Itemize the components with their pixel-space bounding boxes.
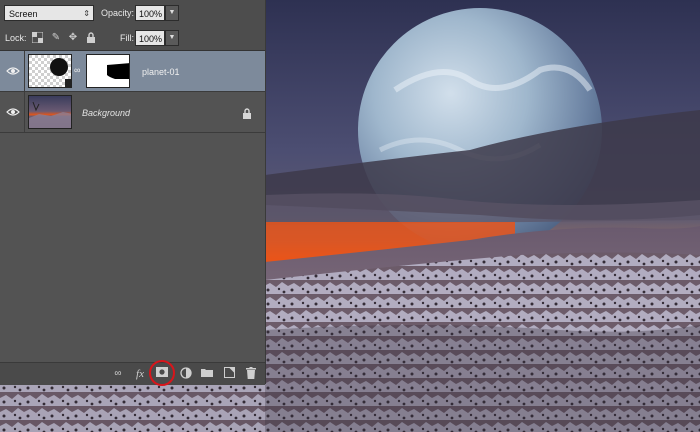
layer-thumbnail[interactable] bbox=[28, 54, 72, 88]
adjustment-layer-icon[interactable] bbox=[179, 367, 193, 381]
fx-icon[interactable]: fx bbox=[133, 367, 147, 381]
highlight-circle bbox=[149, 360, 175, 386]
new-layer-icon[interactable] bbox=[222, 367, 236, 381]
fill-slider-button[interactable]: ▼ bbox=[165, 30, 179, 46]
chevron-down-icon: ▼ bbox=[168, 9, 176, 16]
chain-link-icon[interactable]: ∞ bbox=[74, 65, 82, 77]
fill-input[interactable]: 100% bbox=[135, 30, 165, 46]
lock-icon bbox=[242, 106, 252, 119]
layer-thumbnail[interactable] bbox=[28, 95, 72, 129]
chevron-down-icon: ▼ bbox=[168, 34, 176, 41]
layer-row-planet[interactable]: ∞ planet-01 bbox=[0, 51, 265, 92]
divider bbox=[24, 51, 25, 91]
blend-mode-select[interactable]: Screen ⇕ bbox=[4, 5, 94, 21]
lock-transparency-icon[interactable] bbox=[31, 31, 43, 44]
chevron-updown-icon: ⇕ bbox=[83, 9, 90, 18]
link-layers-icon[interactable]: ∞ bbox=[111, 367, 125, 381]
blend-options-row: Screen ⇕ Opacity: 100% ▼ bbox=[0, 0, 265, 27]
layers-panel: Screen ⇕ Opacity: 100% ▼ Lock: ✎ ✥ Fill:… bbox=[0, 0, 266, 385]
fill-value: 100% bbox=[139, 34, 163, 44]
layer-name[interactable]: Background bbox=[82, 107, 130, 119]
delete-layer-icon[interactable] bbox=[244, 367, 258, 381]
lock-position-icon[interactable]: ✥ bbox=[67, 32, 79, 44]
lock-all-icon[interactable] bbox=[85, 32, 97, 44]
layer-mask-thumbnail[interactable] bbox=[86, 54, 130, 88]
layer-name[interactable]: planet-01 bbox=[142, 66, 180, 78]
opacity-slider-button[interactable]: ▼ bbox=[165, 5, 179, 21]
opacity-value: 100% bbox=[139, 9, 163, 19]
visibility-eye-icon[interactable] bbox=[6, 64, 20, 78]
blend-mode-value: Screen bbox=[9, 9, 38, 19]
layer-row-background[interactable]: Background bbox=[0, 92, 265, 133]
visibility-eye-icon[interactable] bbox=[6, 105, 20, 119]
layers-bottom-toolbar: ∞ fx bbox=[0, 362, 265, 385]
opacity-input[interactable]: 100% bbox=[135, 5, 165, 21]
lock-image-pixels-icon[interactable]: ✎ bbox=[50, 32, 62, 44]
lock-fill-row: Lock: ✎ ✥ Fill: 100% ▼ bbox=[0, 26, 265, 51]
lock-label: Lock: bbox=[5, 33, 27, 43]
opacity-label: Opacity: bbox=[101, 8, 135, 18]
new-group-icon[interactable] bbox=[200, 367, 214, 381]
divider bbox=[24, 92, 25, 132]
fill-label: Fill: bbox=[120, 33, 134, 43]
